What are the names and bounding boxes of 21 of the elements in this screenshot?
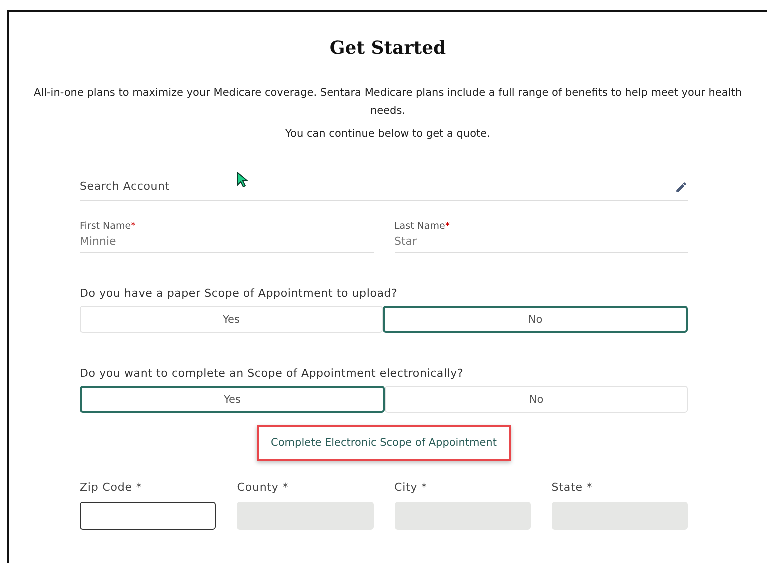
option-button[interactable]: No [383,306,688,333]
option-button[interactable]: Yes [80,386,385,413]
page-title: Get Started [328,37,448,61]
field-label: County * [237,481,290,494]
pointer-icon [237,172,249,188]
field-label: City * [394,481,428,494]
scope-link[interactable]: Complete Electronic Scope of Appointment [257,425,511,461]
name-field[interactable]: Minnie [80,232,374,253]
input-field[interactable] [80,502,216,530]
option-button[interactable]: No [385,386,688,413]
pencil-icon[interactable] [675,181,688,194]
intro-text: All-in-one plans to maximize your Medicare coverage. Sentara Medicare plans include a full range of benefits to help meet your health needs. [33,86,743,119]
field-label: First Name* [80,221,137,232]
field-label: Zip Code * [80,481,144,494]
field-label: State * [552,481,594,494]
question-label: Do you have a paper Scope of Appointment to upload? [80,287,399,300]
field-label: Last Name* [394,221,452,232]
name-field[interactable]: Star [394,232,688,253]
intro-text: You can continue below to get a quote. [284,127,492,142]
option-button[interactable]: Yes [80,306,383,333]
question-label: Do you want to complete an Scope of Appointment electronically? [80,367,465,380]
